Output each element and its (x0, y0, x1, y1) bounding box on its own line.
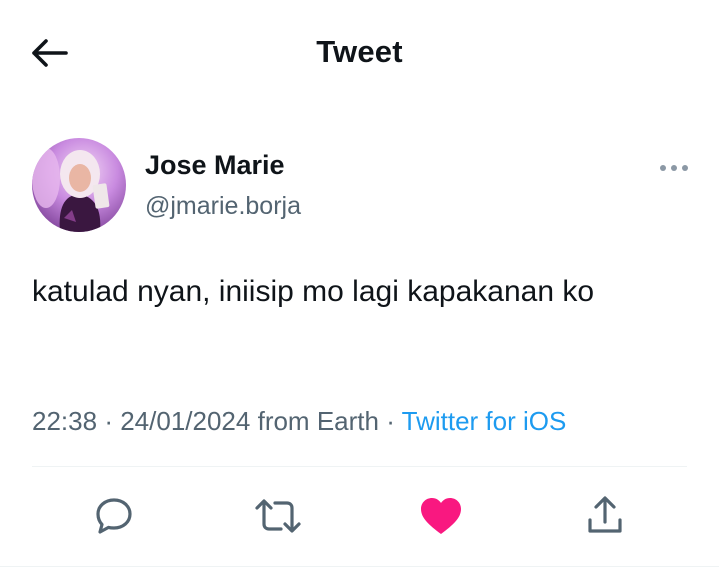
user-handle[interactable]: @jmarie.borja (145, 192, 301, 221)
reply-icon (96, 498, 132, 534)
tweet-time: 22:38 (32, 406, 98, 436)
tweet-date: 24/01/2024 (120, 406, 251, 436)
tweet-location: from Earth (257, 406, 379, 436)
page-title: Tweet (316, 34, 403, 69)
tweet-source-link[interactable]: Twitter for iOS (402, 406, 567, 436)
more-button[interactable] (654, 156, 694, 180)
share-button[interactable] (577, 488, 633, 544)
top-bar: Tweet (0, 0, 719, 110)
ellipsis-icon (660, 165, 688, 171)
divider (32, 466, 687, 467)
share-icon (588, 496, 622, 533)
like-button[interactable] (413, 488, 469, 544)
meta-separator: · (104, 406, 113, 436)
display-name[interactable]: Jose Marie (145, 150, 285, 181)
heart-icon (421, 498, 461, 534)
avatar[interactable] (32, 138, 126, 232)
tweet-text: katulad nyan, iniisip mo lagi kapakanan … (32, 275, 595, 308)
reply-button[interactable] (86, 488, 142, 544)
retweet-icon (255, 499, 301, 533)
bottom-divider (0, 566, 719, 567)
action-bar (0, 488, 719, 544)
tweet-meta: 22:38 · 24/01/2024 from Earth · Twitter … (32, 406, 566, 437)
tweet-author: Jose Marie @jmarie.borja (32, 138, 692, 234)
avatar-image (32, 138, 126, 232)
retweet-button[interactable] (250, 488, 306, 544)
meta-separator: · (386, 406, 395, 436)
